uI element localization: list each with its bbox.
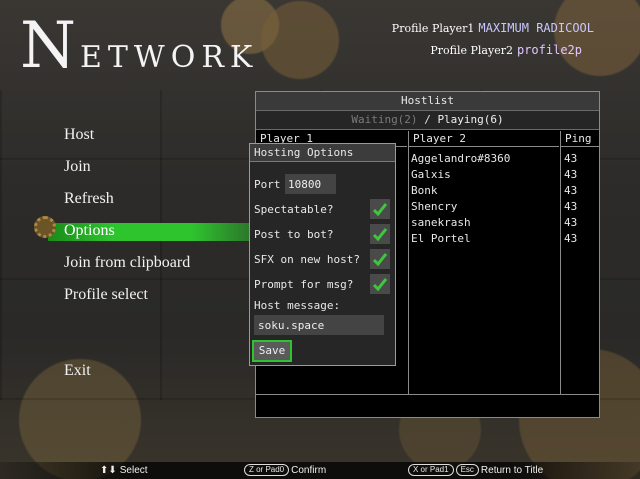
table-row-ping: 43	[564, 152, 578, 165]
prompt-label: Prompt for msg?	[254, 278, 354, 291]
menu-item-host[interactable]: Host	[64, 126, 94, 144]
table-row-ping: 43	[564, 216, 578, 229]
profile-player1: Profile Player1 MAXIMUM RADICOOL	[392, 21, 594, 35]
hint-select-label: Select	[119, 465, 148, 476]
port-label: Port	[254, 178, 281, 191]
menu-item-profile-select[interactable]: Profile select	[64, 286, 148, 304]
table-row-player2[interactable]: El Portel	[411, 231, 471, 247]
checkmark-icon	[372, 253, 388, 267]
esc-key-icon: Esc	[455, 464, 479, 477]
menu-item-exit[interactable]: Exit	[64, 362, 91, 380]
table-row-ping: 43	[564, 200, 578, 213]
sfx-checkbox[interactable]	[370, 249, 390, 269]
page-title-initial: N	[20, 9, 80, 83]
post-to-bot-checkbox[interactable]	[370, 224, 390, 244]
profile-player2-label: Profile Player2	[430, 44, 513, 57]
checkmark-icon	[372, 278, 388, 292]
table-row-player2[interactable]: Galxis	[411, 167, 451, 183]
table-row-player2[interactable]: Bonk	[411, 183, 438, 199]
profile-player1-value: MAXIMUM RADICOOL	[478, 21, 594, 35]
hosting-options-dialog: Hosting Options Port Spectatable? Post t…	[249, 143, 396, 366]
page-title: NETWORK	[20, 14, 258, 78]
hostlist-footer-divider	[256, 394, 599, 395]
column-header-ping: Ping	[560, 131, 599, 147]
hint-select: ⬆⬇ Select	[100, 464, 148, 477]
checkmark-icon	[372, 203, 388, 217]
column-header-player2: Player 2	[408, 131, 559, 147]
port-input[interactable]	[285, 174, 336, 194]
table-row-player2[interactable]: sanekrash	[411, 215, 471, 231]
profile-player2-value: profile2p	[516, 43, 582, 57]
save-button[interactable]: Save	[252, 340, 292, 362]
column-divider	[560, 131, 561, 394]
checkmark-icon	[372, 228, 388, 242]
menu-item-refresh[interactable]: Refresh	[64, 190, 114, 208]
menu-item-join-from-clipboard[interactable]: Join from clipboard	[64, 254, 190, 272]
column-divider	[408, 131, 409, 394]
hint-return-label: Return to Title	[480, 465, 544, 476]
spectatable-label: Spectatable?	[254, 203, 334, 216]
table-row-ping: 43	[564, 184, 578, 197]
profile-player2: Profile Player2 profile2p	[430, 43, 582, 57]
page-title-rest: ETWORK	[80, 40, 259, 75]
menu-item-join[interactable]: Join	[64, 158, 91, 176]
gear-icon	[34, 216, 56, 238]
profile-player1-label: Profile Player1	[391, 22, 475, 35]
up-down-arrows-icon: ⬆⬇	[100, 465, 117, 476]
table-row-player2[interactable]: Aggelandro#8360	[411, 151, 510, 167]
dialog-title: Hosting Options	[250, 144, 395, 162]
sfx-label: SFX on new host?	[254, 253, 360, 266]
hostlist-tabs: Waiting(2) / Playing(6)	[256, 111, 599, 130]
table-row-ping: 43	[564, 168, 578, 181]
host-message-input[interactable]	[254, 315, 384, 335]
table-row-ping: 43	[564, 232, 578, 245]
menu-item-options[interactable]: Options	[64, 222, 115, 240]
hint-confirm-label: Confirm	[291, 465, 327, 476]
table-row-player2[interactable]: Shencry	[411, 199, 457, 215]
prompt-checkbox[interactable]	[370, 274, 390, 294]
post-to-bot-label: Post to bot?	[254, 228, 334, 241]
confirm-key-icon: Z or Pad0	[244, 464, 290, 477]
hint-return: X or Pad1 Esc Return to Title	[408, 464, 543, 477]
tab-waiting[interactable]: Waiting(2)	[351, 113, 417, 126]
hostlist-title: Hostlist	[256, 92, 599, 111]
hint-confirm: Z or Pad0 Confirm	[244, 464, 326, 477]
back-key-icon: X or Pad1	[408, 464, 454, 477]
host-message-label: Host message:	[254, 299, 341, 312]
spectatable-checkbox[interactable]	[370, 199, 390, 219]
hint-bar: ⬆⬇ Select Z or Pad0 Confirm X or Pad1 Esc Re…	[0, 462, 640, 479]
tab-separator: /	[424, 113, 431, 126]
tab-playing[interactable]: Playing(6)	[437, 113, 503, 126]
